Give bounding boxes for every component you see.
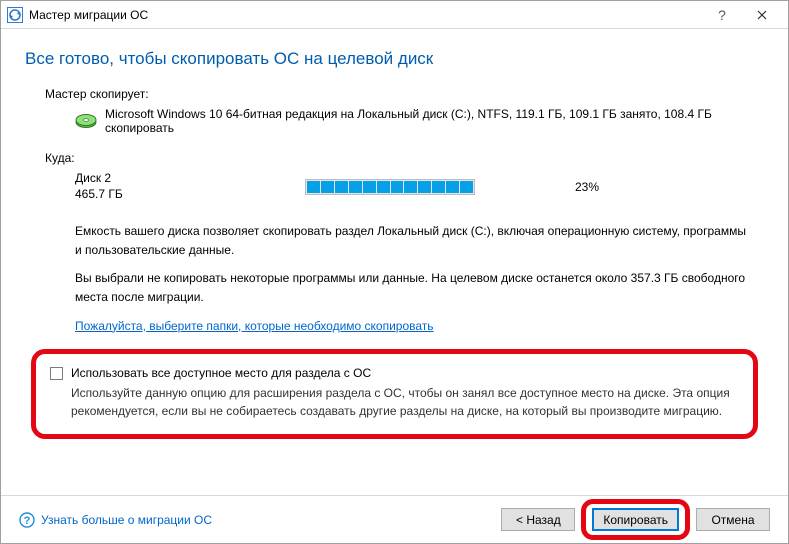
window-title: Мастер миграции ОС	[29, 8, 702, 22]
titlebar: Мастер миграции ОС ?	[1, 1, 788, 29]
app-icon	[7, 7, 23, 23]
dialog-body: Все готово, чтобы скопировать ОС на целе…	[1, 29, 788, 495]
dialog-footer: ? Узнать больше о миграции ОС < Назад Ко…	[1, 495, 788, 543]
learn-more-label: Узнать больше о миграции ОС	[41, 513, 212, 527]
checkbox-row: Использовать все доступное место для раз…	[50, 366, 739, 380]
copy-button[interactable]: Копировать	[592, 508, 679, 531]
destination-info: Диск 2 465.7 ГБ	[75, 171, 305, 202]
wizard-copies-label: Мастер скопирует:	[45, 87, 764, 101]
destination-disk-name: Диск 2	[75, 171, 305, 187]
progress-bar	[305, 179, 475, 195]
back-button-label: < Назад	[516, 513, 561, 527]
source-row: Microsoft Windows 10 64-битная редакция …	[75, 107, 764, 135]
help-button[interactable]: ?	[702, 1, 742, 29]
source-description: Microsoft Windows 10 64-битная редакция …	[105, 107, 764, 135]
description-block: Емкость вашего диска позволяет скопирова…	[75, 222, 754, 335]
select-folders-link[interactable]: Пожалуйста, выберите папки, которые необ…	[75, 319, 434, 333]
progress-percent: 23%	[575, 180, 599, 194]
cancel-button-label: Отмена	[711, 513, 754, 527]
copy-button-label: Копировать	[603, 513, 668, 527]
cancel-button[interactable]: Отмена	[696, 508, 770, 531]
progress-wrap: 23%	[305, 179, 764, 195]
destination-label: Куда:	[45, 151, 764, 165]
close-button[interactable]	[742, 1, 782, 29]
svg-text:?: ?	[24, 515, 31, 527]
copy-button-highlight: Копировать	[581, 499, 690, 540]
use-all-space-checkbox[interactable]	[50, 367, 63, 380]
destination-disk-size: 465.7 ГБ	[75, 187, 305, 203]
back-button[interactable]: < Назад	[501, 508, 575, 531]
exclusion-description: Вы выбрали не копировать некоторые прогр…	[75, 269, 754, 306]
use-all-space-option-frame: Использовать все доступное место для раз…	[31, 349, 758, 439]
capacity-description: Емкость вашего диска позволяет скопирова…	[75, 222, 754, 259]
page-heading: Все готово, чтобы скопировать ОС на целе…	[25, 49, 764, 69]
destination-block: Диск 2 465.7 ГБ 23%	[75, 171, 764, 202]
dialog-window: Мастер миграции ОС ? Все готово, чтобы с…	[0, 0, 789, 544]
use-all-space-description: Используйте данную опцию для расширения …	[71, 384, 739, 420]
use-all-space-label: Использовать все доступное место для раз…	[71, 366, 371, 380]
learn-more-link[interactable]: ? Узнать больше о миграции ОС	[19, 512, 495, 528]
help-icon: ?	[19, 512, 35, 528]
disk-icon	[75, 113, 97, 129]
